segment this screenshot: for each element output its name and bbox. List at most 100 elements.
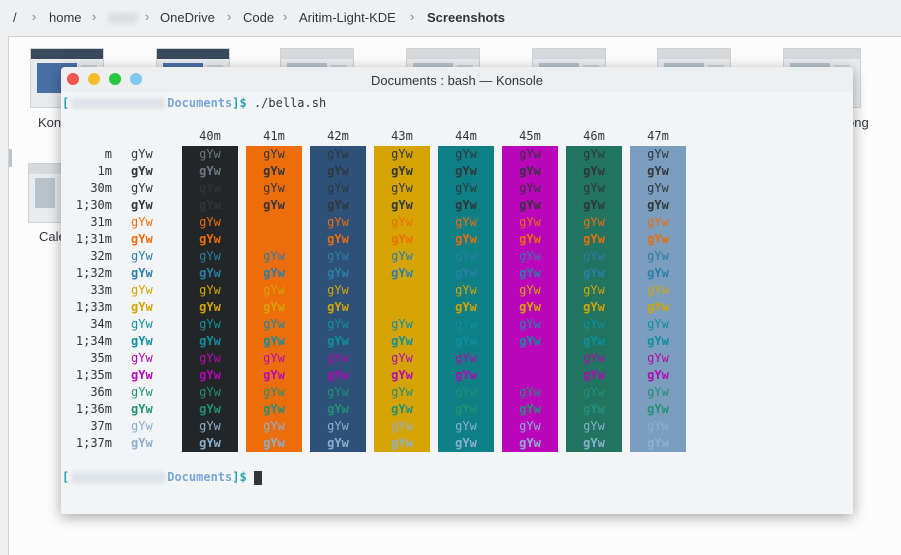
sample-cell: gYw xyxy=(519,215,541,229)
sample-cell: gYw xyxy=(327,351,349,365)
sample-cell: gYw xyxy=(583,147,605,161)
sample-cell: gYw xyxy=(391,283,413,297)
column-header: 47m xyxy=(647,129,669,143)
sample-cell: gYw xyxy=(647,232,669,246)
window-title: Documents : bash — Konsole xyxy=(371,73,543,88)
sample-cell: gYw xyxy=(583,351,605,365)
sample-text: gYw xyxy=(131,351,153,365)
sample-cell: gYw xyxy=(263,249,285,263)
column-header: 46m xyxy=(583,129,605,143)
sample-cell: gYw xyxy=(455,351,477,365)
sample-cell: gYw xyxy=(455,334,477,348)
sample-cell: gYw xyxy=(519,317,541,331)
row-label: 1;30m xyxy=(75,198,112,212)
chevron-right-icon: › xyxy=(283,9,288,24)
sample-cell: gYw xyxy=(327,181,349,195)
breadcrumb-home[interactable]: home xyxy=(49,10,82,25)
sample-cell: gYw xyxy=(263,181,285,195)
sample-cell: gYw xyxy=(263,147,285,161)
sample-cell: gYw xyxy=(583,249,605,263)
prompt-line: [Documents]$ xyxy=(62,469,262,485)
breadcrumb-aritim[interactable]: Aritim-Light-KDE xyxy=(299,10,396,25)
sample-text: gYw xyxy=(131,419,153,433)
sample-cell: gYw xyxy=(263,368,285,382)
sample-cell: gYw xyxy=(647,181,669,195)
sample-cell: gYw xyxy=(583,283,605,297)
sample-cell: gYw xyxy=(583,164,605,178)
sample-cell: gYw xyxy=(519,334,541,348)
sample-cell: gYw xyxy=(199,351,221,365)
sample-cell: gYw xyxy=(199,283,221,297)
sample-cell: gYw xyxy=(391,334,413,348)
redacted-user xyxy=(71,98,166,109)
sample-cell: gYw xyxy=(647,436,669,450)
sample-cell: gYw xyxy=(519,419,541,433)
sample-cell: gYw xyxy=(199,232,221,246)
sample-cell: gYw xyxy=(263,317,285,331)
sample-cell: gYw xyxy=(199,147,221,161)
sample-cell: gYw xyxy=(519,147,541,161)
file-label[interactable]: Kon xyxy=(38,115,61,130)
sample-cell: gYw xyxy=(391,419,413,433)
row-label: 30m xyxy=(90,181,112,195)
sample-cell: gYw xyxy=(263,232,285,246)
sample-cell: gYw xyxy=(455,419,477,433)
sample-cell: gYw xyxy=(583,215,605,229)
sample-cell: gYw xyxy=(199,334,221,348)
sample-cell: gYw xyxy=(455,436,477,450)
sample-cell: gYw xyxy=(263,300,285,314)
sample-cell: gYw xyxy=(327,147,349,161)
sample-cell: gYw xyxy=(519,402,541,416)
konsole-window[interactable]: Documents : bash — Konsole [Documents]$ … xyxy=(61,67,853,514)
breadcrumb-code[interactable]: Code xyxy=(243,10,274,25)
sample-cell: gYw xyxy=(327,266,349,280)
sample-cell: gYw xyxy=(519,300,541,314)
sample-cell: gYw xyxy=(583,317,605,331)
chevron-right-icon: › xyxy=(145,9,150,24)
prompt-dir: Documents xyxy=(167,470,233,484)
prompt-command: ./bella.sh xyxy=(253,96,327,110)
sample-cell: gYw xyxy=(327,368,349,382)
row-label: 32m xyxy=(90,249,112,263)
sample-cell: gYw xyxy=(455,249,477,263)
sample-text: gYw xyxy=(131,334,153,348)
sample-cell: gYw xyxy=(263,198,285,212)
redacted-user xyxy=(71,472,166,483)
column-header: 43m xyxy=(391,129,413,143)
sample-cell: gYw xyxy=(199,436,221,450)
sample-cell: gYw xyxy=(199,164,221,178)
breadcrumb-root[interactable]: / xyxy=(13,10,17,25)
terminal-area[interactable]: [Documents]$ ./bella.sh [Documents]$ 40m… xyxy=(61,92,853,514)
sample-cell: gYw xyxy=(455,181,477,195)
sample-cell: gYw xyxy=(263,385,285,399)
breadcrumb-onedrive[interactable]: OneDrive xyxy=(160,10,215,25)
row-label: 35m xyxy=(90,351,112,365)
sample-cell: gYw xyxy=(199,249,221,263)
sample-cell: gYw xyxy=(583,300,605,314)
sample-text: gYw xyxy=(131,164,153,178)
row-label: 31m xyxy=(90,215,112,229)
breadcrumb-screenshots[interactable]: Screenshots xyxy=(427,10,505,25)
sample-cell: gYw xyxy=(327,300,349,314)
sample-cell: gYw xyxy=(583,385,605,399)
chevron-right-icon: › xyxy=(92,9,97,24)
sample-cell: gYw xyxy=(199,368,221,382)
sample-cell: gYw xyxy=(391,402,413,416)
sample-cell: gYw xyxy=(263,419,285,433)
prompt-suffix: ]$ xyxy=(232,96,247,110)
sample-cell: gYw xyxy=(455,266,477,280)
sample-text: gYw xyxy=(131,232,153,246)
column-header: 41m xyxy=(263,129,285,143)
sample-cell: gYw xyxy=(455,215,477,229)
row-label: 37m xyxy=(90,419,112,433)
sample-cell: gYw xyxy=(391,266,413,280)
sample-cell: gYw xyxy=(647,249,669,263)
sample-cell: gYw xyxy=(263,334,285,348)
title-bar[interactable]: Documents : bash — Konsole xyxy=(61,67,853,92)
row-label: 1;35m xyxy=(75,368,112,382)
sample-cell: gYw xyxy=(327,232,349,246)
sample-cell: gYw xyxy=(519,385,541,399)
sample-cell: gYw xyxy=(519,266,541,280)
sample-cell: gYw xyxy=(199,181,221,195)
breadcrumb-user-redacted[interactable] xyxy=(108,12,138,24)
